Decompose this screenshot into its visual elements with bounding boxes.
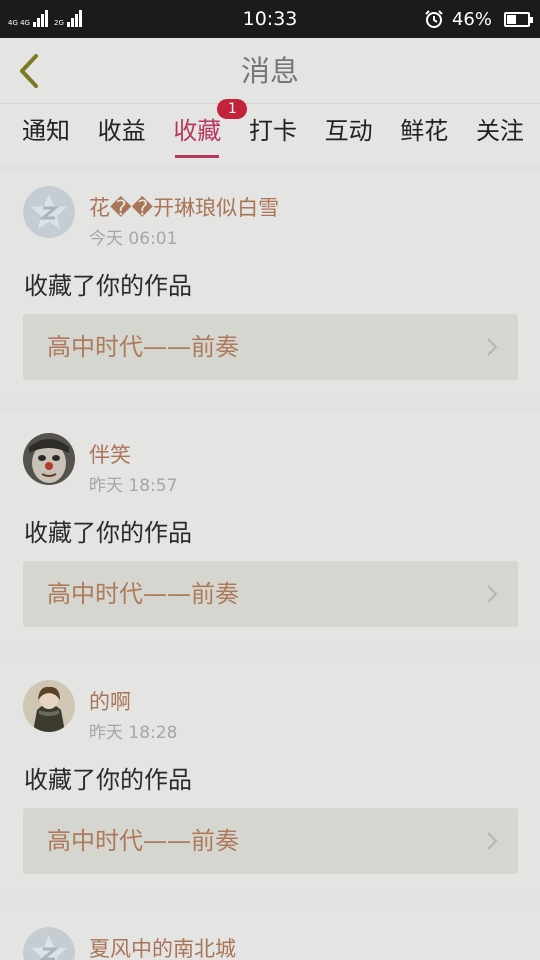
message-card: 伴笑 昨天 18:57 收藏了你的作品 高中时代——前奏 <box>0 411 540 641</box>
message-card: 花��开琳琅似白雪 今天 06:01 收藏了你的作品 高中时代——前奏 <box>0 172 540 394</box>
username[interactable]: 花��开琳琅似白雪 <box>89 192 279 222</box>
timestamp: 昨天 18:28 <box>89 723 178 743</box>
chevron-right-icon <box>487 832 498 850</box>
default-avatar-icon[interactable] <box>23 927 75 960</box>
username[interactable]: 的啊 <box>89 686 131 716</box>
work-link[interactable]: 高中时代——前奏 <box>23 314 518 380</box>
tab-label: 通知 <box>22 117 70 145</box>
work-title: 高中时代——前奏 <box>47 580 239 608</box>
tab-flowers[interactable]: 鲜花 <box>400 104 448 164</box>
default-avatar-icon[interactable] <box>23 186 75 238</box>
action-text: 收藏了你的作品 <box>24 519 192 547</box>
tab-interaction[interactable]: 互动 <box>325 104 373 164</box>
timestamp: 今天 06:01 <box>89 229 178 249</box>
tab-label: 互动 <box>324 117 373 145</box>
tab-bar: 通知 收益 收藏 1 打卡 互动 鲜花 关注 <box>0 99 540 164</box>
chevron-right-icon <box>487 338 498 356</box>
tab-label: 关注 <box>475 117 524 145</box>
tab-earnings[interactable]: 收益 <box>98 104 146 164</box>
app-header: 消息 <box>0 38 540 104</box>
username[interactable]: 伴笑 <box>89 439 131 469</box>
chevron-right-icon <box>487 585 498 603</box>
battery-icon <box>504 11 533 27</box>
username[interactable]: 夏风中的南北城 <box>89 933 236 960</box>
timestamp: 昨天 18:57 <box>89 476 178 496</box>
work-title: 高中时代——前奏 <box>47 333 239 361</box>
work-link[interactable]: 高中时代——前奏 <box>23 561 518 627</box>
tab-notifications[interactable]: 通知 <box>22 104 70 164</box>
tab-favorites[interactable]: 收藏 1 <box>173 99 248 164</box>
page-title: 消息 <box>240 54 299 88</box>
message-card: 夏风中的南北城 <box>0 905 540 960</box>
clown-avatar[interactable] <box>23 433 75 485</box>
tab-following[interactable]: 关注 <box>476 104 524 164</box>
battery-percent: 46% <box>451 8 492 30</box>
status-bar: 4G 4G 2G 10:33 46% <box>0 0 540 38</box>
message-card: 的啊 昨天 18:28 收藏了你的作品 高中时代——前奏 <box>0 658 540 888</box>
tab-label: 收藏 <box>173 117 222 145</box>
work-title: 高中时代——前奏 <box>47 827 239 855</box>
tab-label: 打卡 <box>248 117 297 145</box>
girl-avatar[interactable] <box>23 680 75 732</box>
work-link[interactable]: 高中时代——前奏 <box>23 808 518 874</box>
tab-checkin[interactable]: 打卡 <box>249 104 297 164</box>
tab-label: 收益 <box>97 117 146 145</box>
unread-badge: 1 <box>217 99 248 119</box>
action-text: 收藏了你的作品 <box>24 766 192 794</box>
action-text: 收藏了你的作品 <box>24 272 192 300</box>
tab-label: 鲜花 <box>400 117 449 145</box>
alarm-icon <box>425 10 443 28</box>
